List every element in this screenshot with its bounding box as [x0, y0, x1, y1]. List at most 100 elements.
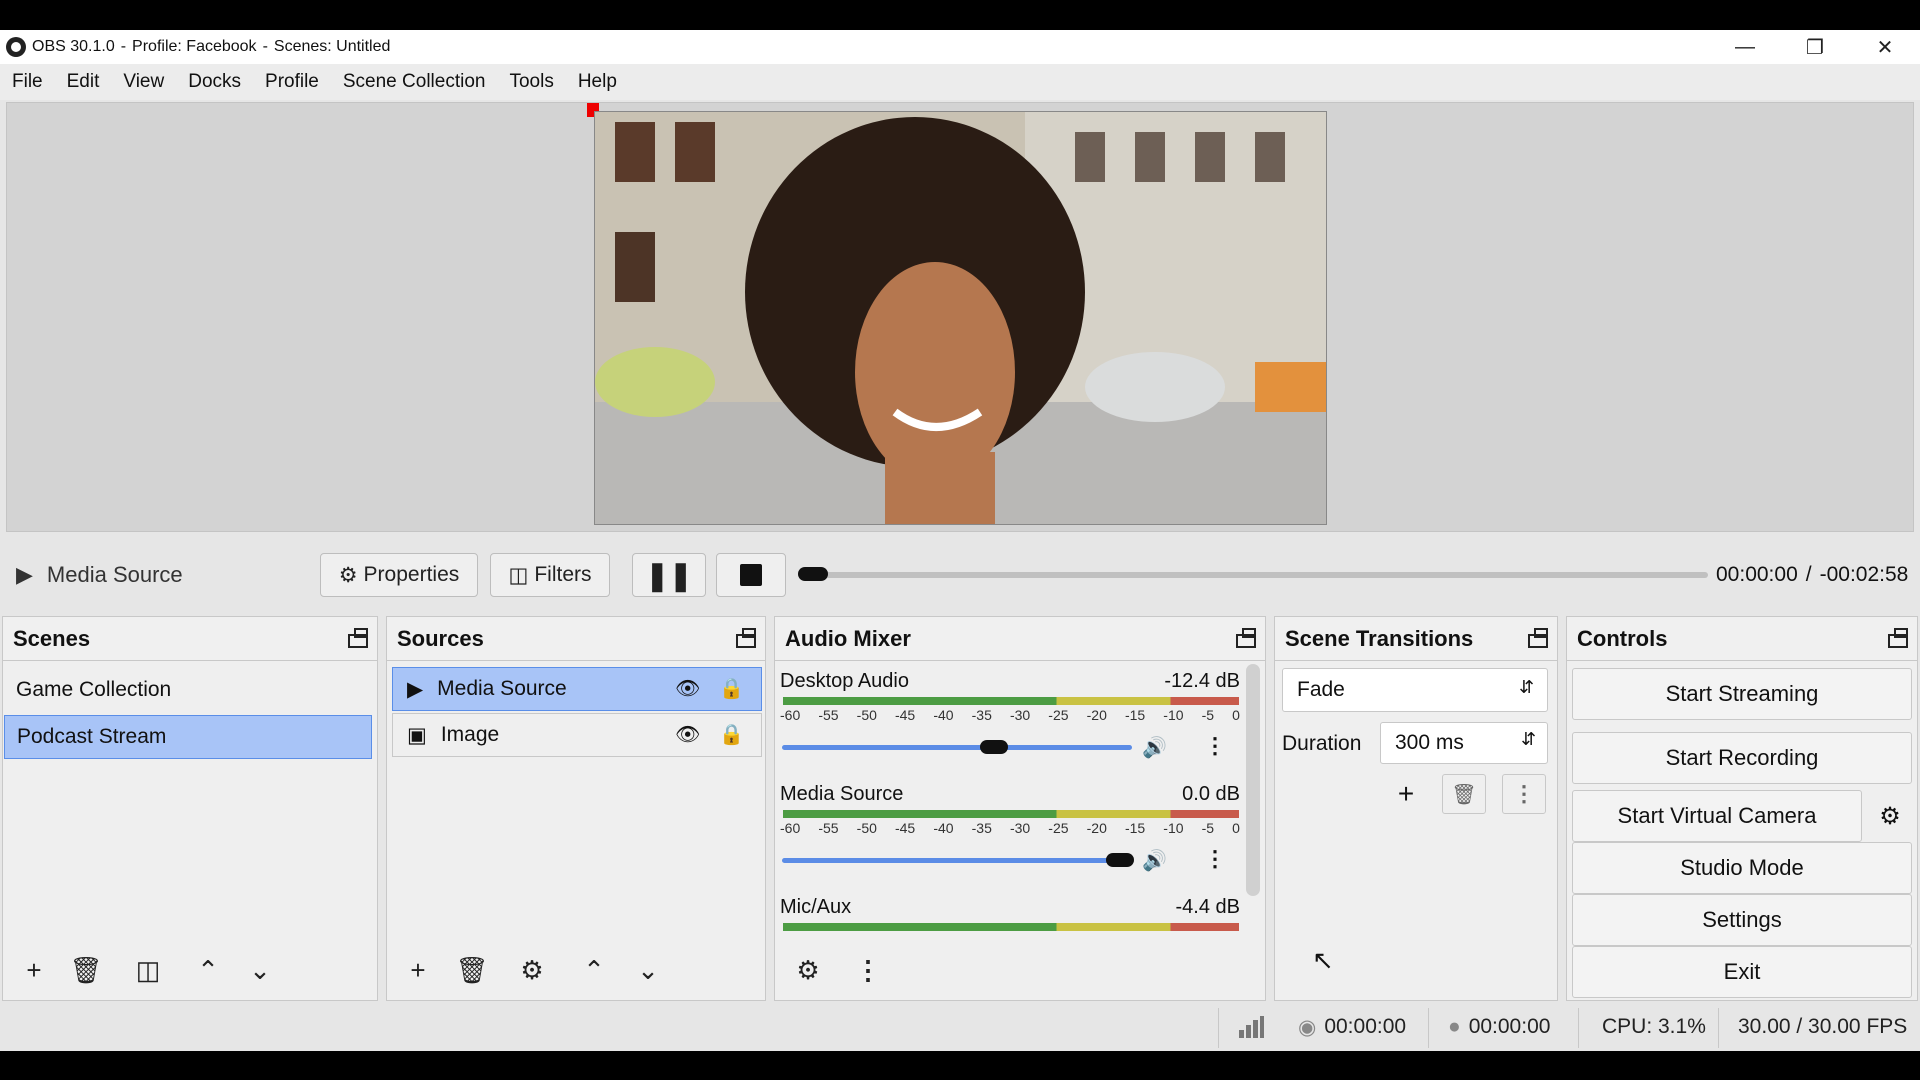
menu-profile[interactable]: Profile — [253, 71, 331, 93]
filter-icon: ◫ — [508, 563, 529, 587]
visibility-eye-icon[interactable]: 👁 — [675, 722, 700, 747]
float-dock-icon[interactable] — [347, 627, 369, 649]
source-item-label: Image — [440, 723, 500, 746]
duration-stepper[interactable]: 300 ms ⇵ — [1380, 722, 1548, 764]
tick-label: -40 — [933, 820, 954, 836]
tick-label: -25 — [1048, 707, 1069, 723]
scene-filters-button[interactable]: ◫ — [128, 950, 168, 990]
menu-file[interactable]: File — [0, 71, 55, 93]
volume-slider[interactable] — [782, 858, 1132, 863]
visibility-eye-icon[interactable]: 👁 — [675, 676, 700, 701]
virtual-camera-settings-icon[interactable]: ⚙ — [1868, 792, 1912, 840]
volume-slider-handle[interactable] — [980, 740, 1008, 754]
settings-button[interactable]: Settings — [1572, 894, 1912, 946]
volume-slider[interactable] — [782, 745, 1132, 750]
volume-meter — [783, 923, 1239, 931]
stop-button[interactable] — [716, 553, 786, 597]
remove-transition-button[interactable]: 🗑 — [1442, 774, 1486, 814]
status-divider — [1578, 1008, 1579, 1048]
lock-icon[interactable]: 🔒 — [719, 722, 744, 747]
volume-meter — [783, 810, 1239, 818]
select-arrows-icon: ⇵ — [1519, 677, 1535, 697]
scene-item-podcast-stream[interactable]: Podcast Stream — [4, 715, 372, 759]
exit-button[interactable]: Exit — [1572, 946, 1912, 998]
lock-icon[interactable]: 🔒 — [719, 676, 744, 701]
filters-button[interactable]: ◫ Filters — [490, 553, 610, 597]
minimize-icon[interactable]: — — [1710, 30, 1780, 64]
menu-view[interactable]: View — [111, 71, 176, 93]
menu-docks[interactable]: Docks — [176, 71, 253, 93]
play-icon: ▶ — [407, 677, 424, 701]
remove-source-button[interactable]: 🗑 — [452, 950, 492, 990]
pause-button[interactable]: ❚❚ — [632, 553, 706, 597]
mixer-menu-button[interactable]: ⋮ — [848, 950, 888, 990]
controls-dock-title: Controls — [1567, 617, 1917, 661]
time-remaining: -00:02:58 — [1819, 563, 1909, 586]
network-bars-icon — [1238, 1003, 1264, 1051]
record-icon: ● — [1448, 1015, 1461, 1038]
volume-meter — [783, 697, 1239, 705]
preview-image[interactable] — [594, 111, 1327, 525]
speaker-icon[interactable]: 🔊 — [1142, 735, 1167, 760]
transition-properties-button[interactable]: ⋮ — [1502, 774, 1546, 814]
advanced-audio-settings-button[interactable]: ⚙ — [788, 950, 828, 990]
menu-edit[interactable]: Edit — [55, 71, 112, 93]
tick-label: -55 — [818, 707, 839, 723]
transition-select[interactable]: Fade ⇵ — [1282, 668, 1548, 712]
restore-icon[interactable]: ❐ — [1780, 30, 1850, 64]
start-streaming-button[interactable]: Start Streaming — [1572, 668, 1912, 720]
fps-readout: 30.00 / 30.00 FPS — [1738, 1015, 1908, 1038]
channel-name: Desktop Audio — [780, 670, 909, 692]
stepper-arrows-icon[interactable]: ⇵ — [1521, 729, 1536, 750]
menu-tools[interactable]: Tools — [497, 71, 565, 93]
studio-mode-button[interactable]: Studio Mode — [1572, 842, 1912, 894]
tick-label: -10 — [1163, 707, 1184, 723]
move-scene-up-button[interactable]: ⌃ — [188, 950, 228, 990]
source-item-label: Media Source — [437, 677, 567, 700]
add-transition-button[interactable]: + — [1384, 774, 1428, 814]
add-source-button[interactable]: + — [398, 950, 438, 990]
source-properties-button[interactable]: ⚙ — [512, 950, 552, 990]
scene-item-label: Podcast Stream — [17, 725, 167, 748]
source-item-image[interactable]: ▣ Image 👁 🔒 — [392, 713, 762, 757]
tick-label: -60 — [780, 820, 801, 836]
source-item-media-source[interactable]: ▶ Media Source 👁 🔒 — [392, 667, 762, 711]
float-dock-icon[interactable] — [1235, 627, 1257, 649]
meter-ticks: -60 -55 -50 -45 -40 -35 -30 -25 -20 -15 -10 -5 0 — [780, 707, 1240, 723]
gear-icon: ⚙ — [338, 563, 358, 587]
menu-scene-collection[interactable]: Scene Collection — [331, 71, 498, 93]
scenes-title: Scenes — [13, 625, 91, 651]
channel-name: Mic/Aux — [780, 896, 852, 918]
recording-time: 00:00:00 — [1468, 1015, 1551, 1038]
title-separator: - — [262, 38, 268, 55]
menu-bar: File Edit View Docks Profile Scene Colle… — [0, 64, 1920, 100]
obs-logo-icon — [6, 37, 26, 57]
start-recording-button[interactable]: Start Recording — [1572, 732, 1912, 784]
move-scene-down-button[interactable]: ⌄ — [240, 950, 280, 990]
tick-label: -5 — [1201, 820, 1215, 836]
more-options-icon[interactable]: ⋮ — [1204, 733, 1226, 759]
time-current: 00:00:00 — [1716, 563, 1798, 586]
properties-button[interactable]: ⚙ Properties — [320, 553, 478, 597]
scene-item-label: Game Collection — [16, 678, 172, 701]
menu-help[interactable]: Help — [566, 71, 629, 93]
volume-slider-handle[interactable] — [1106, 853, 1134, 867]
media-seek-handle[interactable] — [798, 567, 828, 581]
add-scene-button[interactable]: + — [14, 950, 54, 990]
mixer-scrollbar[interactable] — [1246, 664, 1260, 896]
move-source-down-button[interactable]: ⌄ — [628, 950, 668, 990]
app-version: OBS 30.1.0 — [32, 38, 115, 55]
close-icon[interactable]: ✕ — [1850, 30, 1920, 64]
float-dock-icon[interactable] — [1887, 627, 1909, 649]
tick-label: -60 — [780, 707, 801, 723]
float-dock-icon[interactable] — [1527, 627, 1549, 649]
float-dock-icon[interactable] — [735, 627, 757, 649]
remove-scene-button[interactable]: 🗑 — [66, 950, 106, 990]
scene-item-game-collection[interactable]: Game Collection — [4, 668, 372, 712]
move-source-up-button[interactable]: ⌃ — [574, 950, 614, 990]
start-virtual-camera-button[interactable]: Start Virtual Camera — [1572, 790, 1862, 842]
more-options-icon[interactable]: ⋮ — [1204, 846, 1226, 872]
tick-label: -10 — [1163, 820, 1184, 836]
media-seek-slider[interactable] — [800, 572, 1708, 578]
speaker-icon[interactable]: 🔊 — [1142, 848, 1167, 873]
